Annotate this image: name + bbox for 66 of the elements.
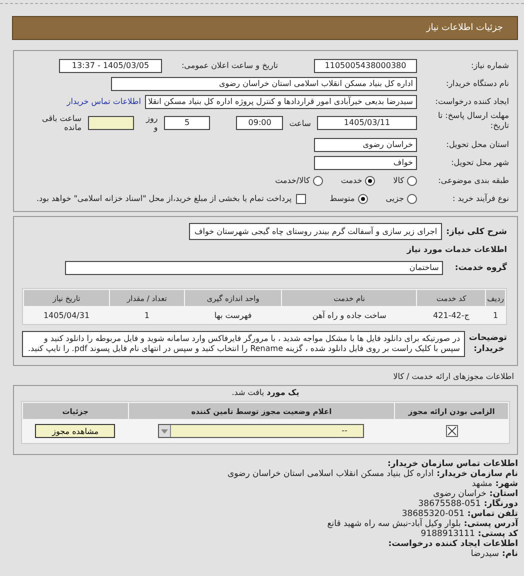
contact-label: نام: bbox=[502, 549, 518, 559]
deadline-time-field: 09:00 bbox=[236, 116, 284, 130]
contact-value: 38685320-051 bbox=[402, 509, 464, 519]
buyer-notes: در صورتیکه برای دانلود فایل ها با مشکل مواجه شدید ، با مرورگر فایرفاکس وارد سامانه شوید و فایل مربوطه را دانلود کنید و سپس با کلیک راست بر روی فایل دانلود شده ، گزینه Rename را انتخاب کنید و سپس در انتهای نام فایل پسوند pdf. را تایپ کنید. bbox=[22, 331, 465, 357]
contact-title: اطلاعات تماس سازمان خریدار: bbox=[386, 459, 518, 469]
remaining-hours-label: ساعت باقی مانده bbox=[41, 114, 82, 132]
checkbox-label: پرداخت تمام یا بخشی از مبلغ خرید،از محل "اسناد خزانه اسلامی" خواهد بود. bbox=[36, 194, 292, 203]
contact-label: شهر: bbox=[495, 479, 518, 489]
radio-button[interactable] bbox=[407, 176, 417, 186]
contact-value: اداره کل بنیاد مسکن انقلاب اسلامی استان خراسان رضوی bbox=[227, 469, 434, 479]
field-label: مهلت ارسال پاسخ: تا تاریخ: bbox=[436, 111, 509, 131]
section-title: اطلاعات خدمات مورد نیاز bbox=[406, 245, 507, 254]
field-label: شماره نیاز: bbox=[470, 61, 509, 70]
buyer-field: اداره کل بنیاد مسکن انقلاب اسلامی استان خراسان رضوی bbox=[111, 76, 417, 90]
radio-button[interactable] bbox=[407, 194, 417, 204]
contact-value: سیدرضا bbox=[470, 549, 499, 559]
days-field: 5 bbox=[164, 116, 210, 130]
days-label: روز و bbox=[144, 114, 158, 132]
section-title: اطلاعات مجوزهای ارائه خدمت / کالا bbox=[392, 372, 515, 381]
radio-label: کالا/خدمت bbox=[275, 176, 310, 185]
contact-label: آدرس پستی: bbox=[464, 519, 518, 529]
field-label: نام دستگاه خریدار: bbox=[445, 79, 509, 88]
contact-title: اطلاعات ایجاد کننده درخواست: bbox=[387, 539, 518, 549]
dropdown-value: -- bbox=[340, 425, 348, 437]
field-label: توضیحات خریدار: bbox=[471, 333, 507, 355]
field-label: تاریخ و ساعت اعلان عمومی: bbox=[180, 61, 278, 70]
field-label: استان محل تحویل: bbox=[445, 140, 509, 149]
status-dropdown[interactable]: -- bbox=[158, 424, 364, 438]
radio-button[interactable] bbox=[358, 194, 368, 204]
checkbox[interactable] bbox=[296, 194, 306, 204]
contact-value: بلوار وکیل آباد-نبش سه راه شهید قانع bbox=[327, 519, 461, 529]
remaining-hours-field bbox=[88, 116, 134, 130]
contact-label: استان: bbox=[489, 489, 518, 499]
field-label: ایجاد کننده درخواست: bbox=[434, 97, 509, 106]
deadline-date-field: 1405/03/11 bbox=[316, 116, 417, 130]
contact-value: مشهد bbox=[472, 479, 492, 489]
result-count: یک مورد یافت شد. bbox=[230, 388, 300, 397]
buyer-contact-link[interactable]: اطلاعات تماس خریدار bbox=[66, 97, 141, 106]
service-group-field: ساختمان bbox=[64, 260, 443, 274]
radio-label: کالا bbox=[393, 176, 404, 185]
field-label: گروه خدمت: bbox=[454, 262, 507, 272]
contact-label: دورنگار: bbox=[484, 499, 518, 509]
time-label: ساعت bbox=[289, 118, 311, 128]
field-label: طبقه بندی موضوعی: bbox=[437, 176, 509, 185]
province-field: خراسان رضوی bbox=[314, 138, 417, 152]
radio-label: متوسط bbox=[330, 194, 355, 203]
contact-value: خراسان رضوی bbox=[433, 489, 486, 499]
contact-label: نام سازمان خریدار: bbox=[436, 469, 518, 479]
summary-field: اجرای زیر سازی و آسفالت گرم بیندر روستای چاه گیجی شهرستان خواف bbox=[189, 223, 442, 240]
field-label: شرح کلی نیاز: bbox=[446, 226, 507, 236]
contact-label: کد پستی: bbox=[478, 529, 518, 539]
view-permit-button[interactable]: مشاهده مجوز bbox=[35, 424, 116, 438]
contact-label: تلفن تماس: bbox=[467, 509, 518, 519]
radio-button[interactable] bbox=[365, 176, 376, 186]
radio-label: جزیی bbox=[386, 194, 404, 203]
need-number-field: 1105005438000380 bbox=[314, 58, 417, 72]
contact-value: 9188913111 bbox=[420, 529, 475, 539]
announce-date-field: 1405/03/05 - 13:37 bbox=[59, 58, 162, 72]
header-title: جزئیات اطلاعات نیاز bbox=[426, 23, 503, 33]
city-field: خواف bbox=[314, 156, 417, 170]
field-label: شهر محل تحویل: bbox=[450, 158, 509, 167]
creator-field: سیدرضا بدیعی خیرآبادی امور قراردادها و کنترل پروژه اداره کل بنیاد مسکن انقلا bbox=[145, 94, 417, 108]
radio-button[interactable] bbox=[312, 176, 323, 186]
field-label: نوع فرآیند خرید : bbox=[451, 194, 509, 203]
radio-label: خدمت bbox=[340, 176, 362, 185]
contact-value: 38675588-051 bbox=[418, 499, 481, 509]
